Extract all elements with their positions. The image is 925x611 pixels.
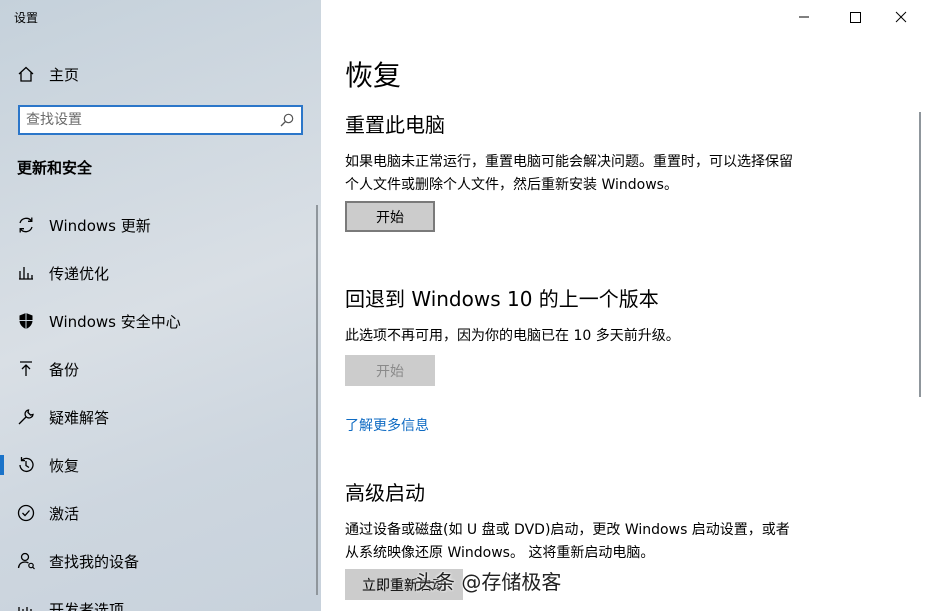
sidebar-item-label: 传递优化 [49,265,110,283]
section-title: 更新和安全 [17,159,93,177]
search-icon [280,113,294,127]
sidebar-item-windows-update[interactable]: Windows 更新 [0,205,318,245]
search-box[interactable] [18,105,303,135]
watermark-text: 头条 @存储极客 [415,570,562,594]
main-scrollbar[interactable] [919,112,921,397]
sidebar-item-label: 疑难解答 [49,409,110,427]
rollback-description: 此选项不再可用，因为你的电脑已在 10 多天前升级。 [345,328,680,344]
minimize-icon[interactable] [786,4,822,30]
nav-home[interactable]: 主页 [0,58,321,90]
dev-tools-icon [18,607,32,611]
sidebar-item-label: Windows 安全中心 [49,313,181,331]
delivery-optimization-icon [19,267,33,280]
check-circle-icon [17,504,35,522]
person-locate-icon [17,552,35,570]
sidebar-item-activation[interactable]: 激活 [0,493,318,533]
window-title: 设置 [14,11,39,25]
sidebar-item-label: 开发者选项 [49,601,125,611]
rollback-heading: 回退到 Windows 10 的上一个版本 [345,287,659,311]
shield-icon [19,313,33,329]
sidebar-item-label: Windows 更新 [49,217,151,235]
selection-indicator [0,455,4,475]
sidebar-item-recovery[interactable]: 恢复 [0,445,318,485]
sidebar-item-delivery-optimization[interactable]: 传递优化 [0,253,318,293]
advanced-startup-heading: 高级启动 [345,481,425,505]
wrench-icon [18,409,34,425]
page-title: 恢复 [345,59,402,92]
learn-more-link[interactable]: 了解更多信息 [345,415,429,435]
sidebar-scrollbar[interactable] [316,205,318,595]
sidebar-item-developer[interactable]: 开发者选项 [0,589,318,611]
sidebar: 设置 主页 更新和安全 Windows 更新 传递优化 [0,0,321,611]
advanced-startup-description: 通过设备或磁盘(如 U 盘或 DVD)启动，更改 Windows 启动设置，或者… [345,522,790,561]
reset-description: 如果电脑未正常运行，重置电脑可能会解决问题。重置时，可以选择保留个人文件或删除个… [345,154,793,193]
search-input[interactable] [26,110,266,130]
sidebar-item-label: 恢复 [49,457,80,475]
nav-home-label: 主页 [49,66,80,84]
home-icon [18,66,34,82]
sidebar-item-windows-security[interactable]: Windows 安全中心 [0,301,318,341]
sidebar-item-find-my-device[interactable]: 查找我的设备 [0,541,318,581]
maximize-icon[interactable] [837,4,873,30]
close-icon[interactable] [883,4,919,30]
sidebar-item-label: 激活 [49,505,80,523]
refresh-icon [19,217,33,233]
sidebar-item-label: 查找我的设备 [49,553,140,571]
reset-heading: 重置此电脑 [345,113,445,137]
rollback-start-button[interactable]: 开始 [345,355,435,386]
sidebar-item-backup[interactable]: 备份 [0,349,318,389]
main-content: 恢复 重置此电脑 如果电脑未正常运行，重置电脑可能会解决问题。重置时，可以选择保… [321,0,925,611]
sidebar-item-label: 备份 [49,361,80,379]
backup-arrow-icon [20,361,32,376]
history-icon [19,457,34,473]
reset-start-button[interactable]: 开始 [345,201,435,232]
sidebar-item-troubleshoot[interactable]: 疑难解答 [0,397,318,437]
